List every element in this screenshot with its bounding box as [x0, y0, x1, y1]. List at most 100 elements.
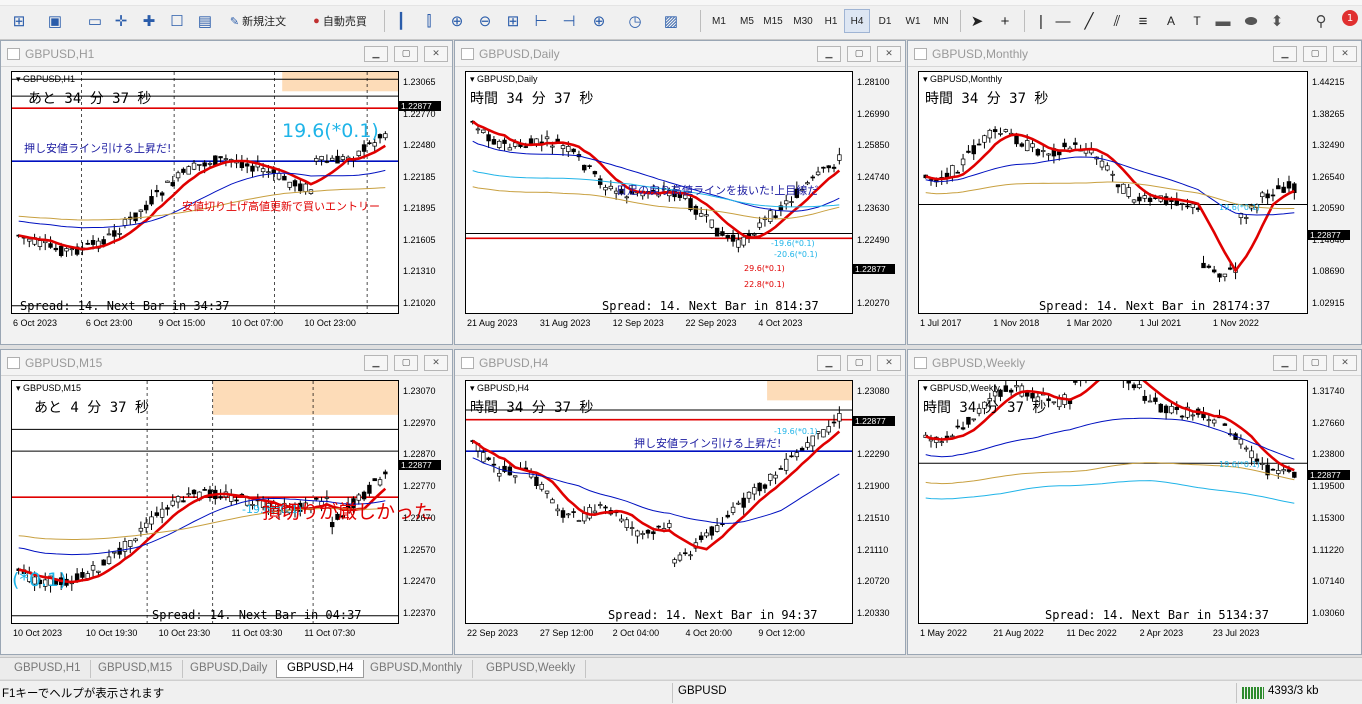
chart-annotation[interactable]: 19.6(*0.1)	[1219, 460, 1260, 469]
price-chart[interactable]: ▾ GBPUSD,Weekly 時間 34 分 37 秒 Spread: 14. N…	[918, 380, 1308, 624]
chart-annotation[interactable]: (*0.1)	[12, 569, 67, 591]
price-chart[interactable]: ▾ GBPUSD,Daily 時間 34 分 37 秒 Spread: 14. Ne…	[465, 71, 853, 314]
chart-tab[interactable]: GBPUSD,Monthly	[360, 660, 474, 678]
chart-window[interactable]: GBPUSD,H1 ▁ ▢ ✕ ▾ GBPUSD,H1 あと 34 分 37 秒 Sp…	[0, 40, 453, 345]
close-button[interactable]: ✕	[1333, 355, 1357, 371]
collapse-arrow-icon[interactable]: ▾	[16, 383, 23, 393]
chart-annotation[interactable]: 29.6(*0.1)	[744, 264, 785, 273]
chart-annotation[interactable]: 19.6(*0.1)	[282, 120, 379, 142]
collapse-arrow-icon[interactable]: ▾	[923, 74, 930, 84]
chart-annotation[interactable]: -19.6(*0.1)	[774, 427, 818, 436]
chart-annotation[interactable]: 押し安値ライン引ける上昇だ!	[24, 140, 171, 156]
close-button[interactable]: ✕	[424, 355, 448, 371]
chart-window[interactable]: GBPUSD,Monthly ▁ ▢ ✕ ▾ GBPUSD,Monthly 時間 3…	[907, 40, 1362, 345]
trendline-icon[interactable]: ╱	[1078, 9, 1100, 33]
arrows-icon[interactable]: ⬍	[1266, 9, 1288, 33]
horizontal-line-icon[interactable]: —	[1052, 9, 1074, 33]
candle-chart-icon[interactable]: ⫿	[418, 9, 440, 33]
minimize-button[interactable]: ▁	[364, 355, 388, 371]
terminal-icon[interactable]: ☐	[166, 9, 188, 33]
fibonacci-icon[interactable]: ≡	[1132, 9, 1154, 33]
maximize-button[interactable]: ▢	[394, 355, 418, 371]
vertical-line-icon[interactable]: |	[1030, 9, 1052, 33]
zoom-in-icon[interactable]: ⊕	[446, 9, 468, 33]
chart-annotation[interactable]: -20.6(*0.1)	[774, 250, 818, 259]
collapse-arrow-icon[interactable]: ▾	[470, 383, 477, 393]
chart-annotation[interactable]: -19.6(*0.1)	[771, 239, 815, 248]
chart-tab[interactable]: GBPUSD,Weekly	[476, 660, 587, 678]
navigator-icon[interactable]: ✚	[138, 9, 160, 33]
close-button[interactable]: ✕	[1333, 46, 1357, 62]
minimize-button[interactable]: ▁	[817, 46, 841, 62]
chart-tab[interactable]: GBPUSD,H4	[276, 660, 365, 678]
indicators-icon[interactable]: ⊕	[588, 9, 610, 33]
maximize-button[interactable]: ▢	[847, 46, 871, 62]
collapse-arrow-icon[interactable]: ▾	[470, 74, 477, 84]
price-chart[interactable]: ▾ GBPUSD,M15 あと 4 分 37 秒 Spread: 14. Next …	[11, 380, 433, 624]
chart-window-icon[interactable]: ▭	[84, 9, 106, 33]
timeframe-w1[interactable]: W1	[900, 9, 926, 33]
cursor-icon[interactable]: ➤	[966, 9, 988, 33]
timeframe-h4[interactable]: H4	[844, 9, 870, 33]
market-watch-icon[interactable]: ✛	[110, 9, 132, 33]
window-titlebar[interactable]: GBPUSD,H1 ▁ ▢ ✕	[1, 41, 452, 67]
channel-icon[interactable]: ⫽	[1106, 9, 1128, 33]
chart-window[interactable]: GBPUSD,M15 ▁ ▢ ✕ ▾ GBPUSD,M15 あと 4 分 37 秒 S…	[0, 349, 453, 655]
profiles-icon[interactable]: ▣	[44, 9, 66, 33]
minimize-button[interactable]: ▁	[1273, 46, 1297, 62]
chart-tab[interactable]: GBPUSD,M15	[88, 660, 184, 678]
close-button[interactable]: ✕	[424, 46, 448, 62]
window-titlebar[interactable]: GBPUSD,Daily ▁ ▢ ✕	[455, 41, 905, 67]
new-chart-icon[interactable]: ⊞	[8, 9, 30, 33]
minimize-button[interactable]: ▁	[1273, 355, 1297, 371]
templates-icon[interactable]: ▨	[660, 9, 682, 33]
new-order-button[interactable]: ✎ 新規注文	[222, 9, 294, 33]
chart-annotation[interactable]: 日足の戻り高値ラインを抜いた!上目線だ	[616, 182, 818, 198]
tile-windows-icon[interactable]: ⊞	[502, 9, 524, 33]
tester-icon[interactable]: ▤	[194, 9, 216, 33]
window-titlebar[interactable]: GBPUSD,M15 ▁ ▢ ✕	[1, 350, 452, 376]
timeframe-m15[interactable]: M15	[760, 9, 786, 33]
periods-icon[interactable]: ◷	[624, 9, 646, 33]
close-button[interactable]: ✕	[877, 355, 901, 371]
text-icon[interactable]: A	[1160, 9, 1182, 33]
timeframe-d1[interactable]: D1	[872, 9, 898, 33]
window-titlebar[interactable]: GBPUSD,H4 ▁ ▢ ✕	[455, 350, 905, 376]
timeframe-m30[interactable]: M30	[790, 9, 816, 33]
timeframe-mn[interactable]: MN	[928, 9, 954, 33]
chart-tab[interactable]: GBPUSD,Daily	[180, 660, 279, 678]
zoom-out-icon[interactable]: ⊖	[474, 9, 496, 33]
chart-window[interactable]: GBPUSD,Daily ▁ ▢ ✕ ▾ GBPUSD,Daily 時間 34 分 …	[454, 40, 906, 345]
chart-annotation[interactable]: 安値切り上げ高値更新で買いエントリー	[182, 198, 380, 214]
notification-badge[interactable]: 1	[1342, 10, 1358, 26]
auto-trade-button[interactable]: ● 自動売買	[302, 9, 378, 33]
timeframe-h1[interactable]: H1	[818, 9, 844, 33]
chart-annotation[interactable]: 22.8(*0.1)	[744, 280, 785, 289]
maximize-button[interactable]: ▢	[1303, 355, 1327, 371]
price-chart[interactable]: ▾ GBPUSD,H1 あと 34 分 37 秒 Spread: 14. Next …	[11, 71, 399, 314]
chart-annotation[interactable]: 19.6(*0.1)	[1219, 203, 1260, 212]
crosshair-icon[interactable]: +	[994, 9, 1016, 33]
close-button[interactable]: ✕	[877, 46, 901, 62]
bar-chart-icon[interactable]: ┃	[390, 9, 412, 33]
chart-window[interactable]: GBPUSD,H4 ▁ ▢ ✕ ▾ GBPUSD,H4 時間 34 分 37 秒 Sp…	[454, 349, 906, 655]
timeframe-m1[interactable]: M1	[706, 9, 732, 33]
collapse-arrow-icon[interactable]: ▾	[923, 383, 930, 393]
chart-window[interactable]: GBPUSD,Weekly ▁ ▢ ✕ ▾ GBPUSD,Weekly 時間 34 …	[907, 349, 1362, 655]
window-titlebar[interactable]: GBPUSD,Monthly ▁ ▢ ✕	[908, 41, 1361, 67]
rectangle-icon[interactable]: ▬	[1212, 9, 1234, 33]
autoscroll-icon[interactable]: ⊣	[558, 9, 580, 33]
minimize-button[interactable]: ▁	[364, 46, 388, 62]
maximize-button[interactable]: ▢	[847, 355, 871, 371]
collapse-arrow-icon[interactable]: ▾	[16, 74, 23, 84]
maximize-button[interactable]: ▢	[394, 46, 418, 62]
minimize-button[interactable]: ▁	[817, 355, 841, 371]
label-icon[interactable]: T	[1186, 9, 1208, 33]
window-titlebar[interactable]: GBPUSD,Weekly ▁ ▢ ✕	[908, 350, 1361, 376]
price-chart[interactable]: ▾ GBPUSD,Monthly 時間 34 分 37 秒 Spread: 14. …	[918, 71, 1308, 314]
chart-tab[interactable]: GBPUSD,H1	[4, 660, 92, 678]
chart-shift-icon[interactable]: ⊢	[530, 9, 552, 33]
ellipse-icon[interactable]: ⬬	[1240, 9, 1262, 33]
timeframe-m5[interactable]: M5	[734, 9, 760, 33]
chart-annotation[interactable]: 押し安値ライン引ける上昇だ!	[634, 435, 781, 451]
